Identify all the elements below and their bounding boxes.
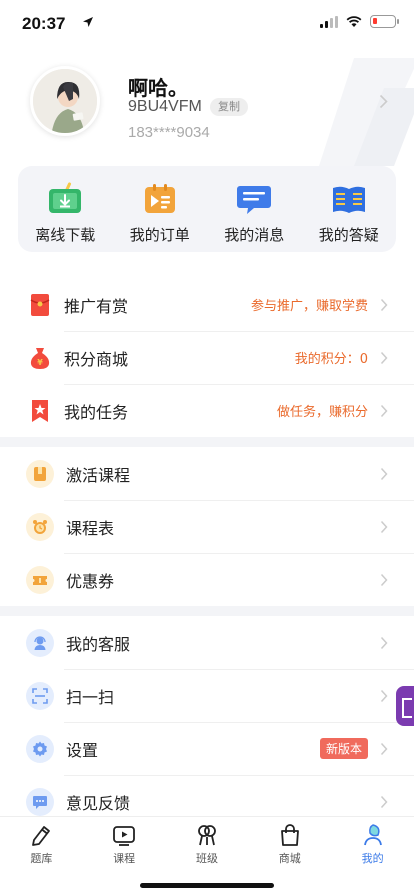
chevron-right-icon [380, 795, 388, 808]
open-book-icon [332, 186, 365, 213]
scan-icon [26, 681, 54, 710]
row-label: 积分商城 [64, 349, 129, 369]
svg-text:¥: ¥ [37, 358, 43, 367]
row-course-schedule[interactable]: 课程表 [0, 500, 414, 553]
chevron-right-icon [380, 520, 388, 533]
row-my-tasks[interactable]: 我的任务 做任务，赚积分 [0, 384, 414, 437]
row-label: 扫一扫 [66, 687, 115, 707]
red-envelope-icon [28, 293, 52, 317]
row-activate-course[interactable]: 激活课程 [0, 447, 414, 500]
new-version-badge: 新版本 [319, 738, 368, 759]
row-promotion-reward[interactable]: 推广有赏 参与推广，赚取学费 [0, 278, 414, 331]
row-points-mall[interactable]: ¥ 积分商城 我的积分：0 [0, 331, 414, 384]
status-bar: 20:37 [0, 0, 414, 48]
tab-label: 课程 [113, 852, 136, 865]
avatar-illustration [33, 69, 97, 133]
tab-class[interactable]: 班级 [166, 823, 249, 869]
row-label: 课程表 [66, 518, 115, 538]
profile-leaf-icon [363, 824, 382, 846]
coupon-icon [26, 565, 54, 594]
battery-level [373, 18, 377, 24]
feedback-icon [26, 787, 54, 816]
row-label: 意见反馈 [66, 793, 131, 813]
row-coupons[interactable]: 优惠券 [0, 553, 414, 606]
section-divider [0, 437, 414, 447]
chevron-right-icon [380, 573, 388, 586]
battery-icon [370, 15, 399, 28]
avatar[interactable] [30, 66, 100, 136]
tab-mall[interactable]: 商城 [248, 823, 331, 869]
row-extra-text: 做任务，赚积分 [276, 405, 368, 420]
gear-icon [26, 734, 54, 763]
message-bubble-icon [237, 186, 272, 214]
settings-section: 我的客服 扫一扫 设置 新版本 意见反馈 [0, 616, 414, 828]
quick-action-label: 我的消息 [224, 226, 285, 244]
tab-label: 题库 [30, 852, 53, 865]
user-id: 9BU4VFM [128, 98, 202, 115]
cellular-signal-icon [320, 15, 338, 28]
quick-my-messages[interactable]: 我的消息 [207, 166, 302, 252]
quick-offline-download[interactable]: 离线下载 [18, 166, 113, 252]
tab-courses[interactable]: 课程 [83, 823, 166, 869]
tab-label: 商城 [278, 852, 301, 865]
quick-actions-card: 离线下载 我的订单 我的消息 我的答疑 [18, 166, 396, 252]
chevron-right-icon [380, 636, 388, 649]
order-ticket-icon [144, 184, 175, 213]
chevron-right-icon [380, 404, 388, 417]
row-scan[interactable]: 扫一扫 [0, 669, 414, 722]
video-play-icon [113, 826, 136, 846]
chevron-right-icon [379, 94, 388, 109]
chevron-right-icon [380, 689, 388, 702]
row-label: 激活课程 [66, 465, 131, 485]
phone-number: 183****9034 [128, 124, 210, 141]
status-indicators [320, 15, 399, 28]
copy-button[interactable]: 复制 [210, 98, 248, 116]
quick-my-orders[interactable]: 我的订单 [113, 166, 208, 252]
username: 啊哈。 [128, 76, 188, 100]
row-extra-text: 我的积分：0 [294, 352, 368, 367]
chevron-right-icon [380, 467, 388, 480]
chevron-right-icon [380, 351, 388, 364]
quick-action-label: 我的答疑 [318, 226, 379, 244]
row-settings[interactable]: 设置 新版本 [0, 722, 414, 775]
rewards-section: 推广有赏 参与推广，赚取学费 ¥ 积分商城 我的积分：0 我的任务 做任务，赚积… [0, 278, 414, 437]
star-bookmark-icon [28, 399, 52, 423]
profile-header[interactable]: 啊哈。 9BU4VFM 复制 183****9034 [0, 48, 414, 166]
quick-my-questions[interactable]: 我的答疑 [302, 166, 397, 252]
home-indicator [140, 883, 274, 888]
tab-bar: 题库 课程 班级 商城 我的 [0, 816, 414, 896]
row-label: 推广有赏 [64, 296, 129, 316]
tab-label: 班级 [195, 852, 218, 865]
background-decoration [319, 58, 414, 166]
quick-action-label: 离线下载 [35, 226, 96, 244]
shopping-bag-icon [280, 824, 299, 846]
class-group-icon [198, 825, 216, 846]
status-time: 20:37 [22, 14, 66, 33]
download-tv-icon [49, 182, 82, 213]
location-arrow-icon [83, 17, 93, 27]
chevron-right-icon [380, 298, 388, 311]
row-label: 优惠券 [66, 571, 115, 591]
row-extra-text: 参与推广，赚取学费 [250, 299, 368, 314]
course-section: 激活课程 课程表 优惠券 [0, 447, 414, 606]
tab-mine[interactable]: 我的 [331, 823, 414, 869]
wifi-icon [346, 15, 362, 27]
row-customer-service[interactable]: 我的客服 [0, 616, 414, 669]
section-divider [0, 606, 414, 616]
tab-question-bank[interactable]: 题库 [0, 823, 83, 869]
row-label: 我的任务 [64, 402, 129, 422]
quick-action-label: 我的订单 [129, 226, 190, 244]
row-label: 我的客服 [66, 634, 131, 654]
floating-widget[interactable] [396, 686, 414, 726]
pencil-icon [32, 826, 51, 846]
money-bag-icon: ¥ [28, 346, 52, 370]
customer-service-icon [26, 628, 54, 657]
tab-label: 我的 [361, 852, 384, 865]
alarm-clock-icon [26, 512, 54, 541]
chevron-right-icon [380, 742, 388, 755]
row-label: 设置 [66, 740, 99, 760]
activate-course-icon [26, 459, 54, 488]
